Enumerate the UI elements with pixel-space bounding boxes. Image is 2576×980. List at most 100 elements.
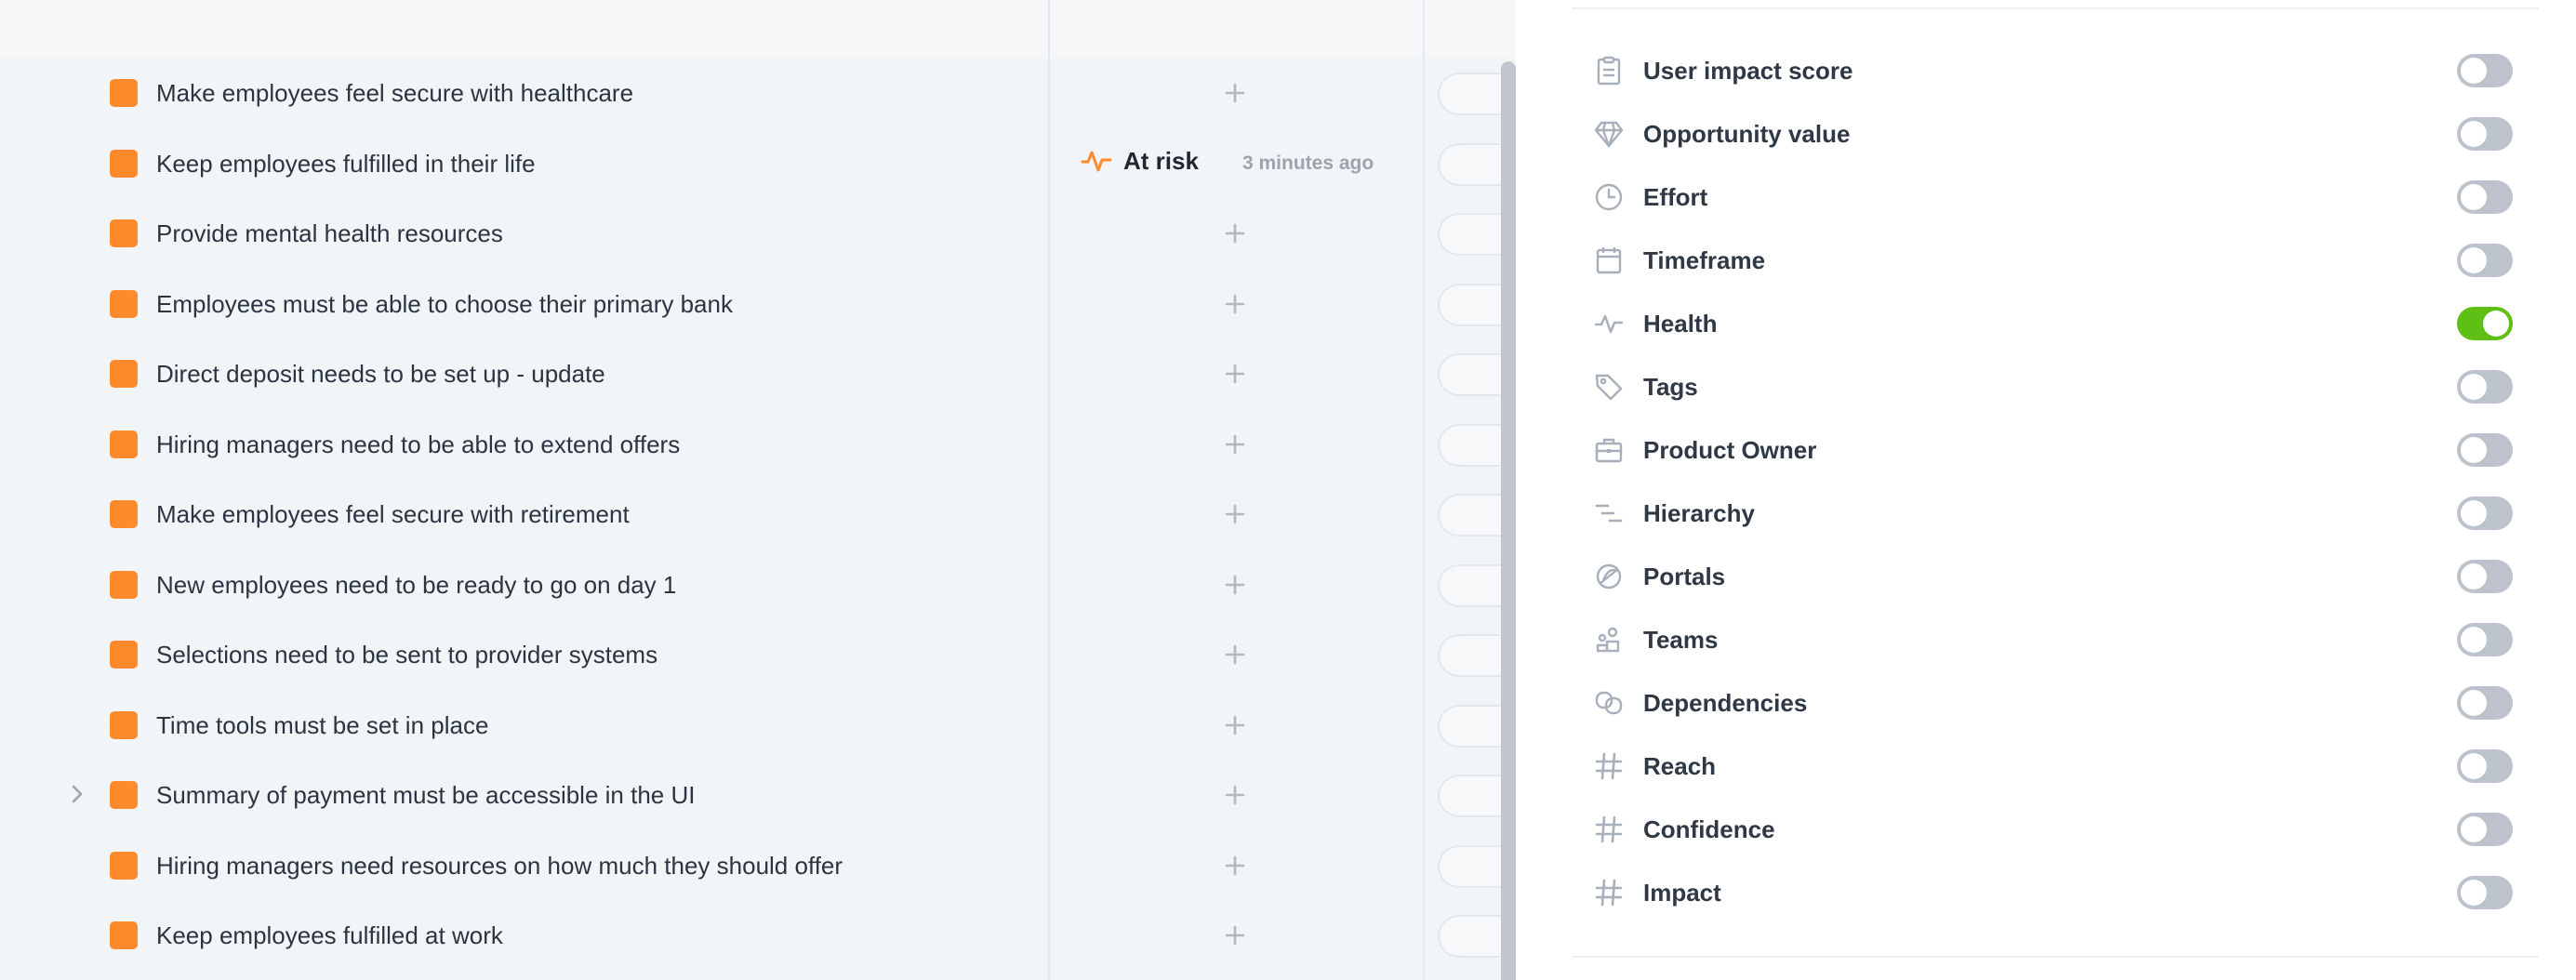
health-status[interactable]: At risk (1081, 147, 1199, 176)
field-toggle-row: Impact (1516, 861, 2576, 924)
add-health-button[interactable] (1220, 566, 1250, 603)
field-toggle[interactable] (2457, 686, 2513, 720)
field-toggle[interactable] (2457, 244, 2513, 277)
field-toggle[interactable] (2457, 54, 2513, 87)
add-health-button[interactable] (1220, 355, 1250, 392)
toggle-knob (2461, 247, 2487, 273)
toggle-knob (2461, 374, 2487, 400)
field-label: Health (1643, 310, 1718, 338)
feature-rows: Make employees feel secure with healthca… (0, 58, 1516, 971)
add-health-button[interactable] (1220, 496, 1250, 533)
clock-icon (1592, 180, 1626, 214)
field-label: Timeframe (1643, 246, 1766, 274)
feature-status-square (110, 289, 138, 318)
feature-list-area: Make employees feel secure with healthca… (0, 0, 1516, 980)
add-health-button[interactable] (1220, 707, 1250, 744)
table-row[interactable]: Keep employees fulfilled at work (0, 900, 1516, 971)
feature-title[interactable]: Summary of payment must be accessible in… (156, 780, 695, 810)
toggle-knob (2461, 500, 2487, 526)
table-row[interactable]: Employees must be able to choose their p… (0, 269, 1516, 339)
field-toggle[interactable] (2457, 813, 2513, 846)
table-row[interactable]: Hiring managers need resources on how mu… (0, 830, 1516, 901)
feature-title[interactable]: Make employees feel secure with retireme… (156, 499, 630, 529)
field-label: User impact score (1643, 57, 1853, 85)
feature-title[interactable]: Make employees feel secure with healthca… (156, 78, 633, 108)
field-toggle[interactable] (2457, 876, 2513, 909)
table-row[interactable]: Summary of payment must be accessible in… (0, 760, 1516, 830)
feature-status-square (110, 500, 138, 528)
field-label: Product Owner (1643, 436, 1817, 464)
hierarchy-icon (1592, 497, 1626, 530)
portal-icon (1592, 560, 1626, 593)
field-settings-panel: User impact score Opportunity value Effort… (1516, 0, 2576, 980)
add-health-button[interactable] (1220, 776, 1250, 814)
feature-title[interactable]: Keep employees fulfilled at work (156, 920, 503, 950)
add-health-button[interactable] (1220, 285, 1250, 323)
field-label: Opportunity value (1643, 120, 1851, 148)
toggle-knob (2461, 627, 2487, 653)
field-toggle-row: Dependencies (1516, 671, 2576, 735)
field-toggle[interactable] (2457, 180, 2513, 214)
diamond-icon (1592, 117, 1626, 151)
field-toggle[interactable] (2457, 497, 2513, 530)
feature-title[interactable]: Hiring managers need to be able to exten… (156, 430, 680, 459)
table-row[interactable]: Keep employees fulfilled in their life At… (0, 128, 1516, 199)
app-window: Make employees feel secure with healthca… (0, 0, 2576, 980)
table-row[interactable]: Time tools must be set in place (0, 690, 1516, 761)
field-toggle-row: Reach (1516, 735, 2576, 798)
add-health-button[interactable] (1220, 636, 1250, 673)
toggle-knob (2461, 121, 2487, 147)
field-toggle-row: Portals (1516, 545, 2576, 608)
table-row[interactable]: Provide mental health resources (0, 198, 1516, 269)
table-row[interactable]: Make employees feel secure with healthca… (0, 58, 1516, 128)
list-scrollbar[interactable] (1501, 61, 1516, 980)
feature-title[interactable]: Keep employees fulfilled in their life (156, 149, 536, 179)
hash-icon (1592, 876, 1626, 909)
add-health-button[interactable] (1220, 847, 1250, 884)
calendar-icon (1592, 244, 1626, 277)
toggle-knob (2461, 563, 2487, 589)
field-toggle-row: Hierarchy (1516, 482, 2576, 545)
add-health-button[interactable] (1220, 426, 1250, 463)
field-toggle[interactable] (2457, 433, 2513, 467)
field-label: Confidence (1643, 815, 1775, 843)
feature-title[interactable]: Employees must be able to choose their p… (156, 289, 733, 319)
field-toggle-row: User impact score (1516, 39, 2576, 102)
table-row[interactable]: New employees need to be ready to go on … (0, 550, 1516, 620)
field-toggle-row: Confidence (1516, 798, 2576, 861)
field-toggle-row: Timeframe (1516, 229, 2576, 292)
field-label: Impact (1643, 879, 1721, 907)
toggle-knob (2461, 690, 2487, 716)
field-toggle[interactable] (2457, 560, 2513, 593)
feature-title[interactable]: Provide mental health resources (156, 219, 503, 248)
add-health-button[interactable] (1220, 74, 1250, 112)
field-label: Teams (1643, 626, 1719, 654)
add-health-button[interactable] (1220, 917, 1250, 954)
health-status-label: At risk (1123, 146, 1199, 175)
pulse-icon (1081, 148, 1112, 174)
feature-title[interactable]: Hiring managers need resources on how mu… (156, 851, 843, 881)
feature-title[interactable]: Time tools must be set in place (156, 710, 488, 740)
table-row[interactable]: Direct deposit needs to be set up - upda… (0, 338, 1516, 409)
feature-status-square (110, 851, 138, 880)
field-toggle[interactable] (2457, 623, 2513, 656)
table-row[interactable]: Hiring managers need to be able to exten… (0, 409, 1516, 480)
chevron-right-icon[interactable] (67, 784, 87, 804)
field-toggle[interactable] (2457, 307, 2513, 340)
field-toggle[interactable] (2457, 117, 2513, 151)
table-row[interactable]: Selections need to be sent to provider s… (0, 619, 1516, 690)
table-row[interactable]: Make employees feel secure with retireme… (0, 479, 1516, 550)
hash-icon (1592, 813, 1626, 846)
field-toggle[interactable] (2457, 749, 2513, 783)
feature-status-square (110, 79, 138, 107)
panel-divider-bottom (1572, 956, 2539, 958)
feature-title[interactable]: Direct deposit needs to be set up - upda… (156, 359, 605, 389)
feature-title[interactable]: Selections need to be sent to provider s… (156, 640, 657, 669)
field-toggle[interactable] (2457, 370, 2513, 404)
feature-status-square (110, 430, 138, 458)
feature-title[interactable]: New employees need to be ready to go on … (156, 570, 676, 600)
toggle-knob (2483, 311, 2509, 337)
field-label: Tags (1643, 373, 1698, 401)
add-health-button[interactable] (1220, 215, 1250, 252)
teams-icon (1592, 623, 1626, 656)
